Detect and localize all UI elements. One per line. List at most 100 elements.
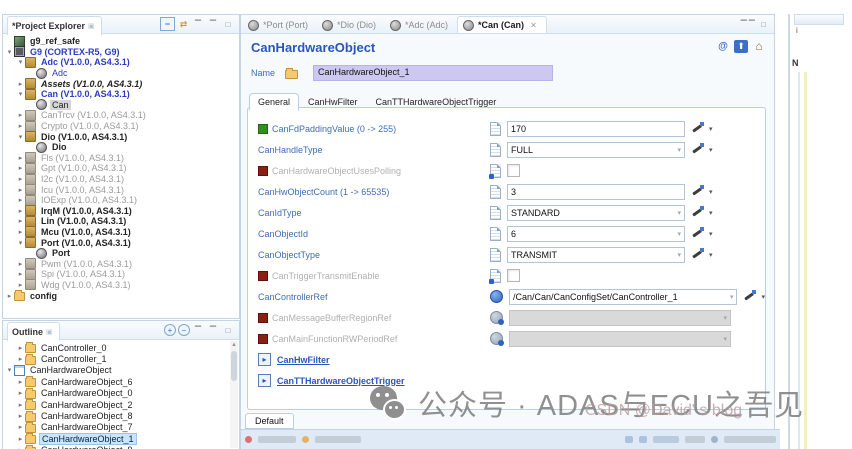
restore-icon[interactable]: □ <box>222 18 235 30</box>
tree-item[interactable]: ▸ Mcu (V1.0.0, AS4.3.1) <box>5 226 239 238</box>
options-caret-icon[interactable]: ▾ <box>709 230 713 238</box>
tree-item[interactable]: ▾ Port (V1.0.0, AS4.3.1) <box>5 237 239 249</box>
tree-expander-icon[interactable]: ▸ <box>16 344 25 352</box>
tree-expander-icon[interactable]: ▸ <box>16 270 25 278</box>
tree-expander-icon[interactable]: ▸ <box>16 355 25 363</box>
tree-expander-icon[interactable]: ▸ <box>16 164 25 172</box>
outline-scrollbar[interactable]: ▲ <box>230 341 238 448</box>
tree-expander-icon[interactable]: ▸ <box>16 435 25 443</box>
tree-item[interactable]: ▸ CanTrcv (V1.0.0, AS4.3.1) <box>5 109 239 121</box>
tree-item[interactable]: ▾ Dio (V1.0.0, AS4.3.1) <box>5 131 239 143</box>
tree-item[interactable]: g9_ref_safe <box>5 35 239 47</box>
toolbar-icon-blur[interactable] <box>685 436 705 443</box>
error-log-icon[interactable] <box>245 436 252 443</box>
options-caret-icon[interactable]: ▾ <box>709 125 713 133</box>
home-icon[interactable]: ⌂ <box>752 40 766 53</box>
text-input[interactable]: 3 <box>507 183 685 200</box>
tree-item[interactable]: ▸ CanHardwareObject_6 <box>5 376 239 388</box>
tree-item[interactable]: ▸ IOExp (V1.0.0, AS4.3.1) <box>5 194 239 206</box>
name-input[interactable]: CanHardwareObject_1 <box>313 65 553 81</box>
close-icon[interactable]: ✕ <box>530 21 537 30</box>
tree-item[interactable]: ▸ IrqM (V1.0.0, AS4.3.1) <box>5 205 239 217</box>
tree-expander-icon[interactable]: ▾ <box>16 90 25 98</box>
wizard-icon[interactable] <box>691 143 704 156</box>
tree-item[interactable]: ▸ Gpt (V1.0.0, AS4.3.1) <box>5 162 239 174</box>
wizard-icon[interactable] <box>691 122 704 135</box>
dropdown[interactable]: TRANSMIT ▾ <box>507 246 685 263</box>
editor-tab[interactable]: *Dio (Dio) <box>317 17 385 33</box>
editor-tab[interactable]: *Can (Can) ✕ <box>457 16 547 33</box>
restore-icon[interactable]: □ <box>222 324 235 336</box>
chevron-down-icon[interactable]: ▾ <box>730 293 734 301</box>
tree-expander-icon[interactable]: ▾ <box>5 366 14 374</box>
tree-expander-icon[interactable]: ▾ <box>16 239 25 247</box>
text-input[interactable]: 170 <box>507 120 685 137</box>
checkbox[interactable] <box>507 164 520 177</box>
tree-expander-icon[interactable]: ▸ <box>16 175 25 183</box>
default-variant-tab[interactable]: Default <box>245 413 294 429</box>
bottom-tab-blur[interactable] <box>258 436 296 443</box>
tree-expander-icon[interactable]: ▸ <box>16 378 25 386</box>
dropdown[interactable]: 6 ▾ <box>507 225 685 242</box>
chevron-down-icon[interactable]: ▾ <box>677 230 681 238</box>
wizard-icon[interactable] <box>691 248 704 261</box>
tree-expander-icon[interactable]: ▸ <box>16 207 25 215</box>
tree-expander-icon[interactable]: ▸ <box>16 401 25 409</box>
tree-item[interactable]: ▸CanHardwareObject_9 <box>5 444 239 449</box>
expand-all-icon[interactable]: + <box>164 324 176 336</box>
chevron-down-icon[interactable]: ▾ <box>677 209 681 217</box>
toolbar-icon-blur[interactable] <box>625 436 633 443</box>
reference-dropdown[interactable]: /Can/Can/CanConfigSet/CanController_1 ▾ <box>509 288 738 305</box>
dropdown[interactable]: STANDARD ▾ <box>507 204 685 221</box>
minimize-icon[interactable]: ▔ <box>192 18 205 30</box>
tree-item[interactable]: Can <box>5 99 239 111</box>
toolbar-icon-blur[interactable] <box>639 436 647 443</box>
tree-item[interactable]: ▾ Adc (V1.0.0, AS4.3.1) <box>5 56 239 68</box>
tree-item[interactable]: ▸ Pwm (V1.0.0, AS4.3.1) <box>5 258 239 270</box>
tree-item[interactable]: ▸ Lin (V1.0.0, AS4.3.1) <box>5 215 239 227</box>
chevron-down-icon[interactable]: ▾ <box>677 251 681 259</box>
tree-expander-icon[interactable]: ▸ <box>16 122 25 130</box>
options-caret-icon[interactable]: ▾ <box>761 293 765 301</box>
maximize-icon[interactable]: ▔ <box>207 18 220 30</box>
options-caret-icon[interactable]: ▾ <box>709 209 713 217</box>
link-editor-icon[interactable]: ⇄ <box>177 18 190 30</box>
link[interactable]: CanHwFilter <box>277 355 330 365</box>
project-explorer-tab[interactable]: *Project Explorer ▣ <box>7 15 102 35</box>
tree-expander-icon[interactable]: ▸ <box>16 389 25 397</box>
tree-item[interactable]: ▸ Crypto (V1.0.0, AS4.3.1) <box>5 120 239 132</box>
collapse-all-icon[interactable]: − <box>160 17 175 31</box>
at-icon[interactable]: @ <box>716 40 730 53</box>
bottom-tab-blur[interactable] <box>315 436 361 443</box>
up-arrow-icon[interactable]: ⬆ <box>734 40 748 53</box>
tree-item[interactable]: ▾ G9 (CORTEX-R5, G9) <box>5 46 239 58</box>
maximize-icon[interactable]: ▔ <box>207 324 220 336</box>
minimize-icon[interactable]: ▔ <box>192 324 205 336</box>
options-caret-icon[interactable]: ▾ <box>709 251 713 259</box>
tree-item[interactable]: ▸ CanHardwareObject_0 <box>5 387 239 399</box>
dropdown[interactable]: FULL ▾ <box>507 141 685 158</box>
right-panel-tab[interactable] <box>794 14 844 25</box>
tree-item[interactable]: ▸ Fls (V1.0.0, AS4.3.1) <box>5 152 239 164</box>
toolbar-icon-blur[interactable] <box>653 436 679 443</box>
collapse-all-icon[interactable]: − <box>178 324 190 336</box>
tree-item[interactable]: Adc <box>5 67 239 79</box>
options-caret-icon[interactable]: ▾ <box>709 188 713 196</box>
tree-expander-icon[interactable]: ▸ <box>16 228 25 236</box>
tree-item[interactable]: ▸ Icu (V1.0.0, AS4.3.1) <box>5 184 239 196</box>
tree-expander-icon[interactable]: ▸ <box>5 292 14 300</box>
tree-expander-icon[interactable]: ▸ <box>16 111 25 119</box>
editor-tab[interactable]: *Adc (Adc) <box>385 17 457 33</box>
tree-item[interactable]: ▸ CanController_1 <box>5 353 239 365</box>
tree-item[interactable]: ▸ I2c (V1.0.0, AS4.3.1) <box>5 173 239 185</box>
tree-expander-icon[interactable]: ▾ <box>16 58 25 66</box>
tree-item[interactable]: ▾ Can (V1.0.0, AS4.3.1) <box>5 88 239 100</box>
tree-expander-icon[interactable]: ▸ <box>16 217 25 225</box>
editor-window-buttons[interactable]: ▔▔ □ <box>741 20 774 29</box>
wizard-icon[interactable] <box>691 206 704 219</box>
editor-tab[interactable]: *Port (Port) <box>243 17 317 33</box>
problems-icon[interactable] <box>302 436 309 443</box>
tree-item[interactable]: ▸ config <box>5 290 239 301</box>
subtab-general[interactable]: General <box>249 93 300 111</box>
tree-item[interactable]: ▸ CanHardwareObject_2 <box>5 399 239 411</box>
